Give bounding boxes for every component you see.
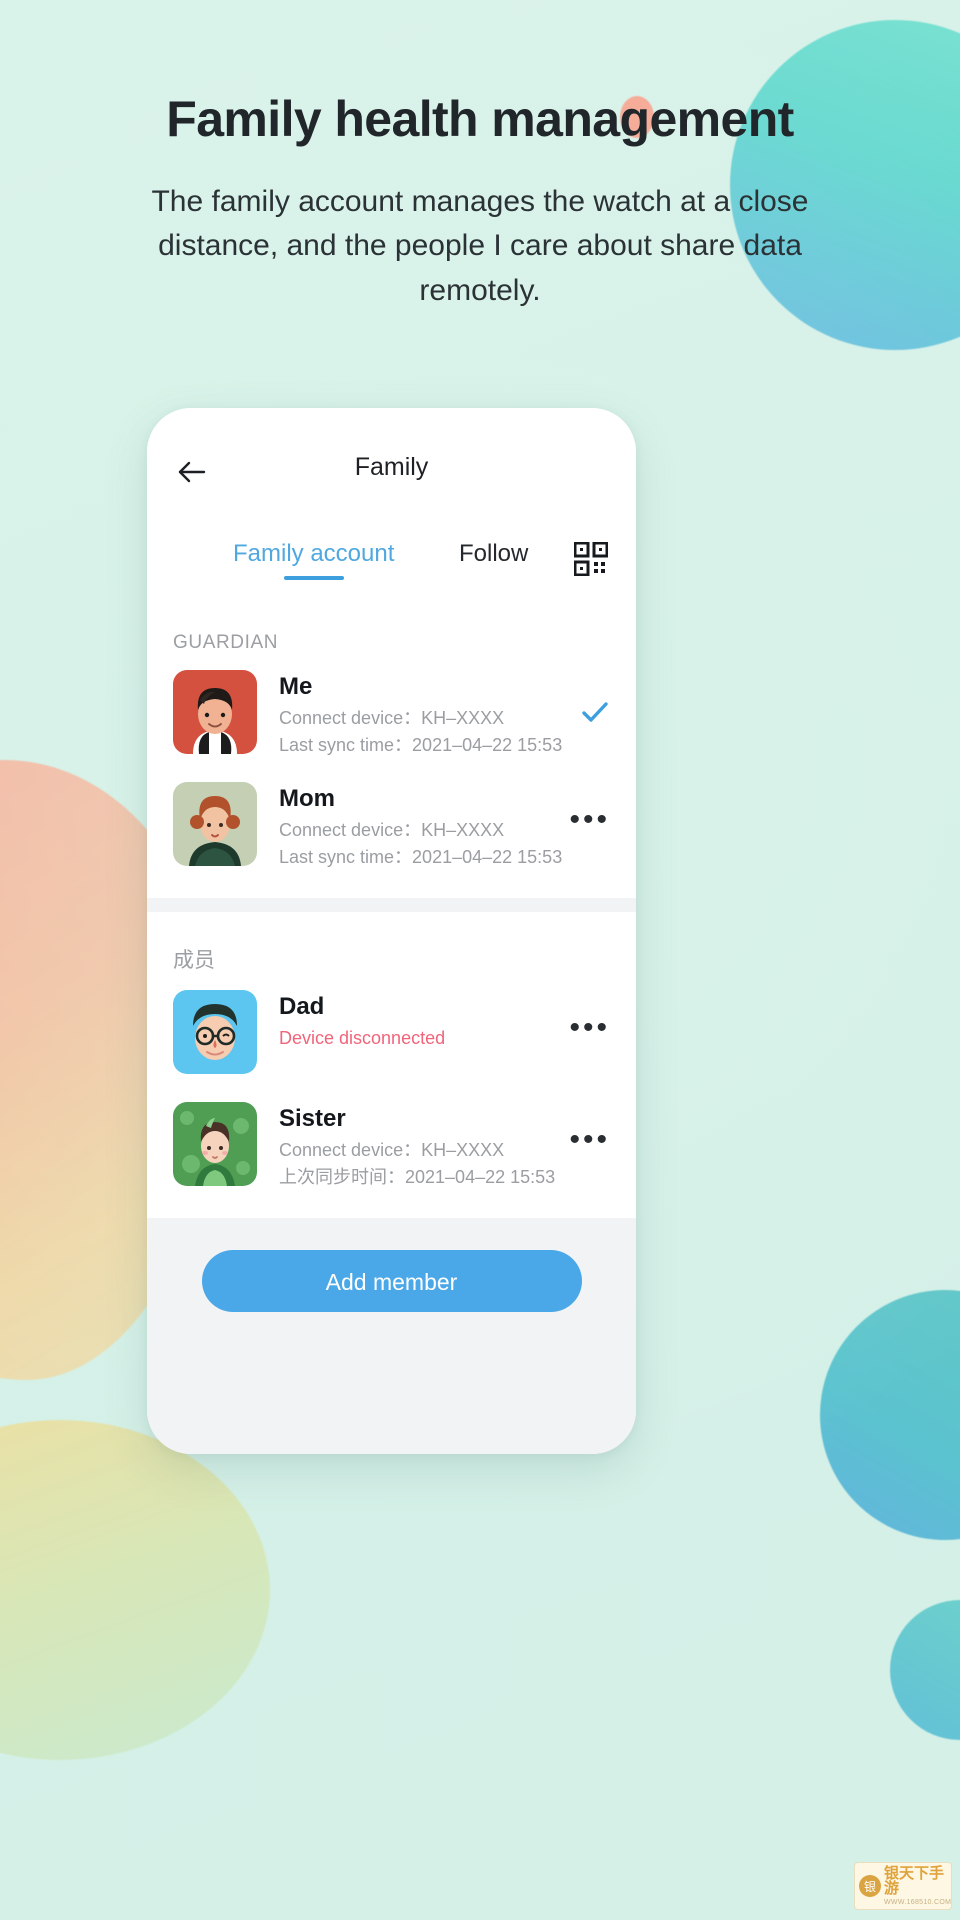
member-info: Me Connect device：KH–XXXX Last sync time… — [279, 670, 564, 759]
tab-family-account-label: Family account — [233, 540, 395, 567]
avatar-mom-icon — [173, 782, 257, 866]
more-options-icon: ••• — [569, 1011, 610, 1044]
member-device-label: Connect device： — [279, 1140, 422, 1160]
more-options-icon: ••• — [569, 803, 610, 836]
section-guardian-title: GUARDIAN — [173, 632, 279, 653]
arrow-left-icon — [178, 461, 206, 483]
member-device-line: Connect device：KH–XXXX — [279, 705, 564, 732]
member-more-button[interactable]: ••• — [564, 1102, 610, 1186]
member-name: Dad — [279, 993, 325, 1020]
more-options-icon: ••• — [569, 1123, 610, 1156]
section-members: 成员 Dad Device disconnected ••• Sister Co… — [147, 912, 636, 1218]
page-title-family: Family — [354, 452, 429, 481]
add-member-button[interactable]: Add member — [201, 1250, 582, 1312]
sheet-footer: Add member — [147, 1218, 636, 1454]
table-row[interactable]: Sister Connect device：KH–XXXX 上次同步时间：202… — [147, 1092, 636, 1204]
page-title: Family health management — [166, 91, 794, 147]
section-members-title: 成员 — [173, 949, 215, 972]
avatar-dad-icon — [173, 990, 257, 1074]
member-name: Sister — [279, 1105, 346, 1132]
member-status-text: Device disconnected — [279, 1028, 446, 1048]
avatar-sister-icon — [173, 1102, 257, 1186]
member-sync-label: 上次同步时间： — [279, 1167, 405, 1187]
member-device-value: KH–XXXX — [421, 820, 505, 840]
member-sync-value: 2021–04–22 15:53 — [412, 847, 563, 867]
section-guardian: GUARDIAN Me Connect device：KH–XXXX Last … — [147, 602, 636, 898]
watermark-site-name: 银天下手游 — [884, 1865, 945, 1897]
promo-header: Family health management The family acco… — [0, 92, 960, 313]
phone-screen: Family Family account Follow GUARDIAN Me… — [147, 408, 636, 1454]
table-row[interactable]: Me Connect device：KH–XXXX Last sync time… — [147, 660, 636, 772]
watermark-url: WWW.168510.COM — [884, 1899, 952, 1906]
table-row[interactable]: Mom Connect device：KH–XXXX Last sync tim… — [147, 772, 636, 884]
watermark: 银 银天下手游 WWW.168510.COM — [854, 1862, 952, 1910]
member-sync-line: Last sync time：2021–04–22 15:53 — [279, 844, 564, 871]
avatar — [173, 1102, 257, 1186]
back-button[interactable] — [169, 452, 215, 492]
check-icon — [582, 702, 608, 722]
member-more-button[interactable]: ••• — [564, 990, 610, 1074]
member-device-label: Connect device： — [279, 820, 422, 840]
member-selected-indicator[interactable] — [564, 670, 610, 754]
watermark-badge-icon: 银 — [859, 1875, 881, 1897]
tab-active-indicator — [283, 576, 344, 580]
tab-bar: Family account Follow — [147, 526, 636, 602]
member-sync-line: 上次同步时间：2021–04–22 15:53 — [279, 1164, 564, 1191]
page-subtitle: The family account manages the watch at … — [151, 185, 809, 307]
member-more-button[interactable]: ••• — [564, 782, 610, 866]
member-sync-value: 2021–04–22 15:53 — [412, 735, 563, 755]
tab-follow[interactable]: Follow — [459, 540, 528, 580]
member-info: Sister Connect device：KH–XXXX 上次同步时间：202… — [279, 1102, 564, 1191]
tab-family-account[interactable]: Family account — [233, 540, 394, 580]
avatar — [173, 782, 257, 866]
member-list-sheet[interactable]: GUARDIAN Me Connect device：KH–XXXX Last … — [147, 602, 636, 1454]
member-sync-line: Last sync time：2021–04–22 15:53 — [279, 732, 564, 759]
avatar — [173, 990, 257, 1074]
member-device-label: Connect device： — [279, 708, 422, 728]
avatar — [173, 670, 257, 754]
table-row[interactable]: Dad Device disconnected ••• — [147, 980, 636, 1092]
member-device-line: Connect device：KH–XXXX — [279, 1137, 564, 1164]
member-device-value: KH–XXXX — [421, 1140, 505, 1160]
member-sync-label: Last sync time： — [279, 847, 413, 867]
member-device-line: Connect device：KH–XXXX — [279, 817, 564, 844]
avatar-me-icon — [173, 670, 257, 754]
member-device-value: KH–XXXX — [421, 708, 505, 728]
section-divider — [147, 898, 636, 912]
member-info: Dad Device disconnected — [279, 990, 564, 1052]
watermark-text: 银天下手游 WWW.168510.COM — [884, 1866, 951, 1906]
qr-code-button[interactable] — [573, 541, 609, 577]
member-info: Mom Connect device：KH–XXXX Last sync tim… — [279, 782, 564, 871]
member-name: Me — [279, 673, 313, 700]
member-name: Mom — [279, 785, 335, 812]
member-sync-label: Last sync time： — [279, 735, 413, 755]
tab-follow-label: Follow — [459, 540, 529, 567]
qr-code-icon — [573, 541, 609, 577]
member-sync-value: 2021–04–22 15:53 — [405, 1167, 556, 1187]
app-navbar: Family — [147, 408, 636, 526]
